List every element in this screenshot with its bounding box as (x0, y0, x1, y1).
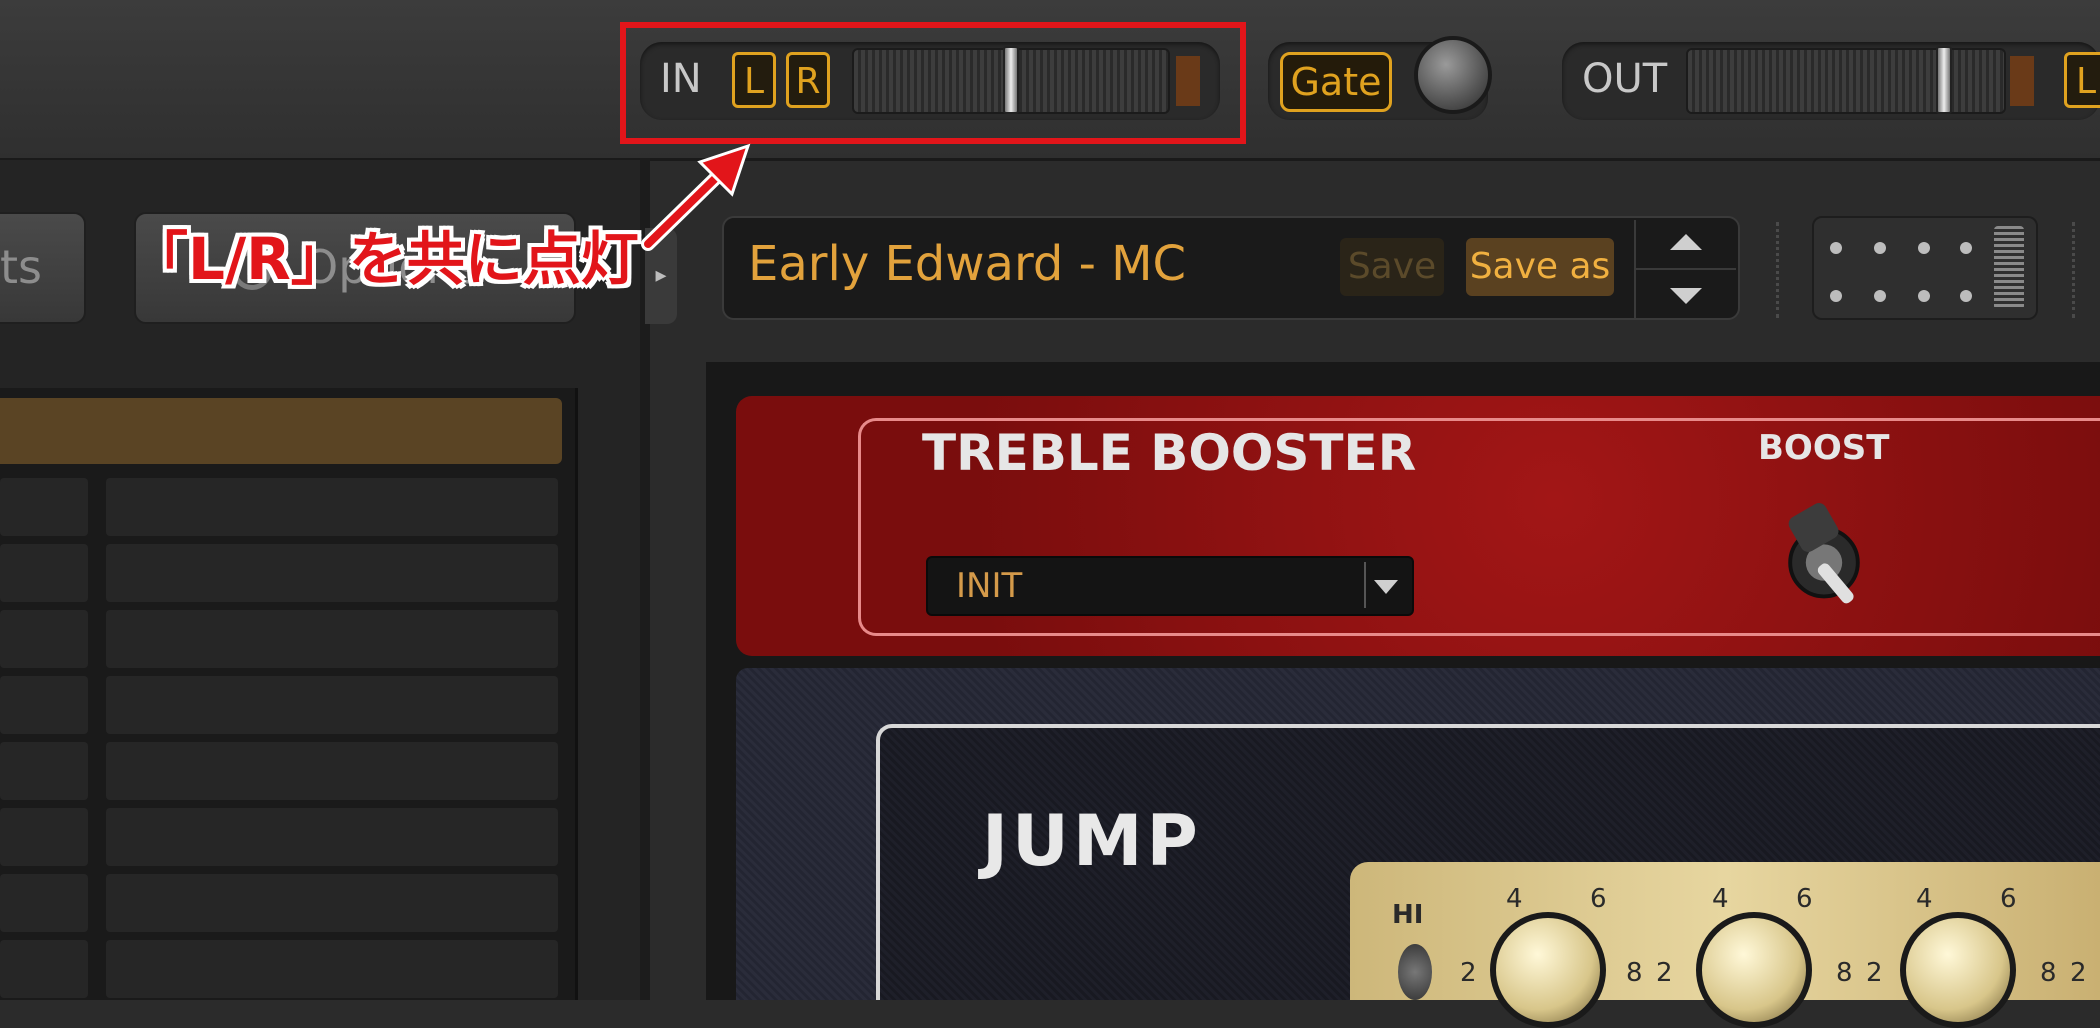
knob-tick-label: 4 (1916, 884, 1933, 914)
list-row-cell-a[interactable] (0, 874, 88, 932)
knob-tick-label: 4 (1712, 884, 1729, 914)
list-row-cell-b[interactable] (106, 676, 558, 734)
knob-tick-label: 8 (2040, 958, 2057, 988)
output-left-button[interactable]: L (2064, 52, 2100, 108)
knob-tick-label: 4 (1506, 884, 1523, 914)
grid-dot-icon (1874, 290, 1886, 302)
output-fader-handle[interactable] (1936, 46, 1952, 114)
annotation-arrow-icon (641, 143, 751, 251)
amp-knob-1[interactable] (1490, 912, 1606, 1028)
knob-tick-label: 8 (1626, 958, 1643, 988)
save-as-button[interactable]: Save as (1466, 238, 1614, 296)
list-header-selected[interactable] (0, 398, 562, 464)
grid-dot-icon (1830, 242, 1842, 254)
list-row-cell-a[interactable] (0, 940, 88, 998)
preset-name[interactable]: Early Edward - MC (748, 236, 1186, 292)
list-row-cell-a[interactable] (0, 478, 88, 536)
grid-dot-icon (1830, 290, 1842, 302)
boost-label: BOOST (1758, 428, 1890, 468)
hi-label: HI (1392, 900, 1424, 930)
grid-slider-icon (1994, 226, 2024, 310)
knob-tick-label: 8 (1836, 958, 1853, 988)
grid-dot-icon (1960, 290, 1972, 302)
grid-dot-icon (1918, 290, 1930, 302)
highlight-frame (620, 22, 1246, 144)
toolbar-separator (1776, 222, 1779, 318)
knob-tick-label: 6 (1796, 884, 1813, 914)
annotation-text: 「L/R」を共に点灯 (130, 225, 639, 293)
left-tab-label: ts (0, 240, 43, 294)
amp-knob-2[interactable] (1696, 912, 1812, 1028)
output-level-meter[interactable] (1686, 48, 2006, 114)
effect-title: TREBLE BOOSTER (922, 424, 1417, 482)
grid-dot-icon (1918, 242, 1930, 254)
gate-knob[interactable] (1414, 36, 1492, 114)
knob-tick-label: 6 (2000, 884, 2017, 914)
list-row-cell-b[interactable] (106, 544, 558, 602)
save-button[interactable]: Save (1340, 238, 1444, 296)
list-row-cell-a[interactable] (0, 544, 88, 602)
knob-tick-label: 2 (2070, 958, 2087, 988)
amp-name: JUMP (982, 800, 1202, 882)
hi-toggle-switch[interactable] (1398, 944, 1432, 1000)
amp-knob-3[interactable] (1900, 912, 2016, 1028)
output-clip-indicator-1 (2010, 56, 2034, 106)
boost-toggle-switch[interactable] (1754, 482, 1894, 612)
list-row-cell-b[interactable] (106, 874, 558, 932)
output-label: OUT (1582, 56, 1668, 102)
chevron-down-icon[interactable] (1374, 580, 1398, 594)
list-row-cell-a[interactable] (0, 676, 88, 734)
grid-dot-icon (1874, 242, 1886, 254)
knob-tick-label: 6 (1590, 884, 1607, 914)
list-row-cell-a[interactable] (0, 742, 88, 800)
knob-tick-label: 2 (1656, 958, 1673, 988)
list-row-cell-b[interactable] (106, 742, 558, 800)
dropdown-divider (1364, 562, 1366, 608)
list-row-cell-a[interactable] (0, 808, 88, 866)
list-row-cell-b[interactable] (106, 478, 558, 536)
knob-tick-label: 2 (1460, 958, 1477, 988)
list-row-cell-b[interactable] (106, 610, 558, 668)
toolbar-separator (2072, 222, 2075, 318)
preset-down-arrow-icon[interactable] (1670, 288, 1702, 304)
grid-dot-icon (1960, 242, 1972, 254)
knob-tick-label: 2 (1866, 958, 1883, 988)
stepper-divider (1636, 268, 1736, 270)
list-row-cell-a[interactable] (0, 610, 88, 668)
list-row-cell-b[interactable] (106, 940, 558, 998)
preset-up-arrow-icon[interactable] (1670, 234, 1702, 250)
list-row-cell-b[interactable] (106, 808, 558, 866)
gate-button[interactable]: Gate (1280, 52, 1392, 112)
effect-preset-value: INIT (956, 566, 1023, 606)
